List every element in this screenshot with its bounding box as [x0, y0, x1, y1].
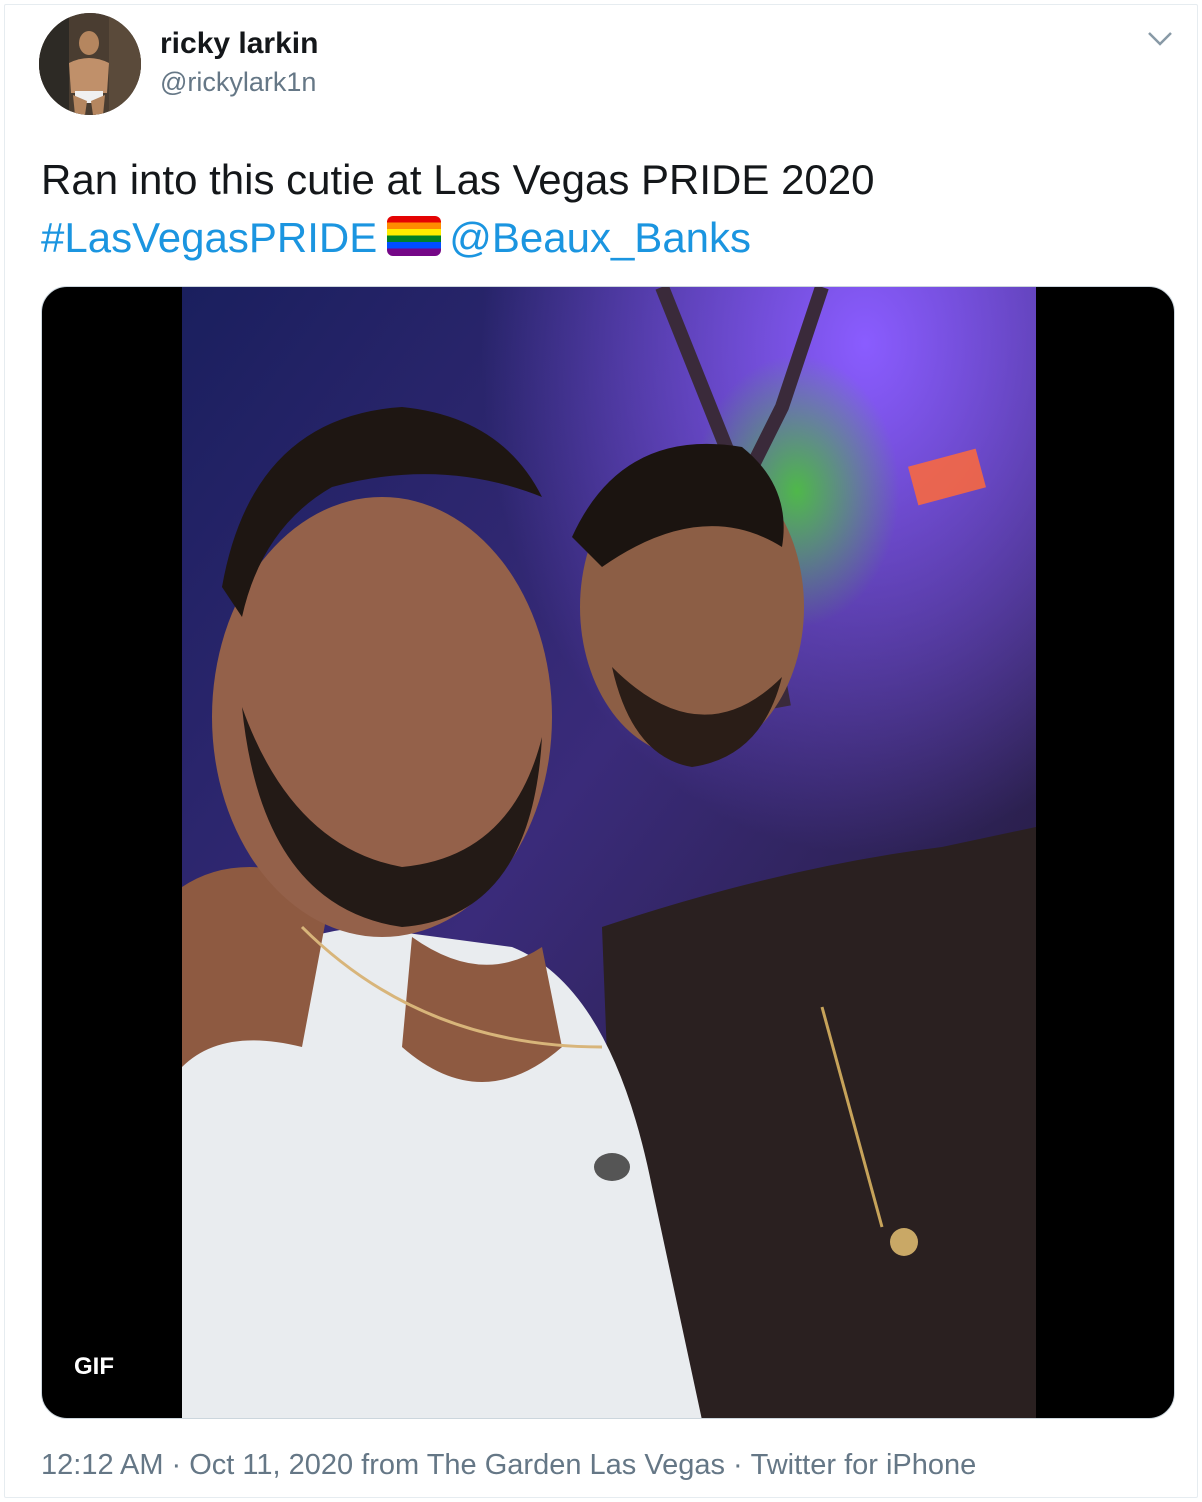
- hashtag-link[interactable]: #LasVegasPRIDE: [41, 214, 377, 261]
- mention-link[interactable]: @Beaux_Banks: [449, 214, 751, 261]
- gif-frame: [182, 287, 1036, 1418]
- tweet-text: Ran into this cutie at Las Vegas PRIDE 2…: [41, 151, 1171, 267]
- tweet-text-line-2: #LasVegasPRIDE @Beaux_Banks: [41, 209, 1171, 267]
- tweet-card: ricky larkin @rickylark1n Ran into this …: [4, 4, 1198, 1498]
- tweet-text-line: Ran into this cutie at Las Vegas PRIDE 2…: [41, 156, 875, 203]
- avatar-photo: [39, 13, 141, 115]
- rainbow-flag-icon: [387, 216, 442, 256]
- author-avatar[interactable]: [39, 13, 141, 115]
- tweet-meta: 12:12 AM · Oct 11, 2020 from The Garden La…: [41, 1449, 976, 1482]
- author-block: ricky larkin @rickylark1n: [160, 27, 318, 99]
- tweet-time[interactable]: 12:12 AM: [41, 1449, 164, 1481]
- author-display-name[interactable]: ricky larkin: [160, 27, 318, 61]
- chevron-down-icon[interactable]: [1145, 27, 1175, 51]
- meta-separator-2: ·: [732, 1449, 743, 1481]
- gif-media[interactable]: GIF: [41, 286, 1175, 1419]
- gif-badge: GIF: [58, 1345, 130, 1389]
- meta-separator: ·: [171, 1449, 182, 1481]
- tweet-date-place[interactable]: Oct 11, 2020 from The Garden Las Vegas: [189, 1449, 725, 1481]
- author-handle[interactable]: @rickylark1n: [160, 65, 318, 99]
- tweet-client[interactable]: Twitter for iPhone: [751, 1449, 977, 1481]
